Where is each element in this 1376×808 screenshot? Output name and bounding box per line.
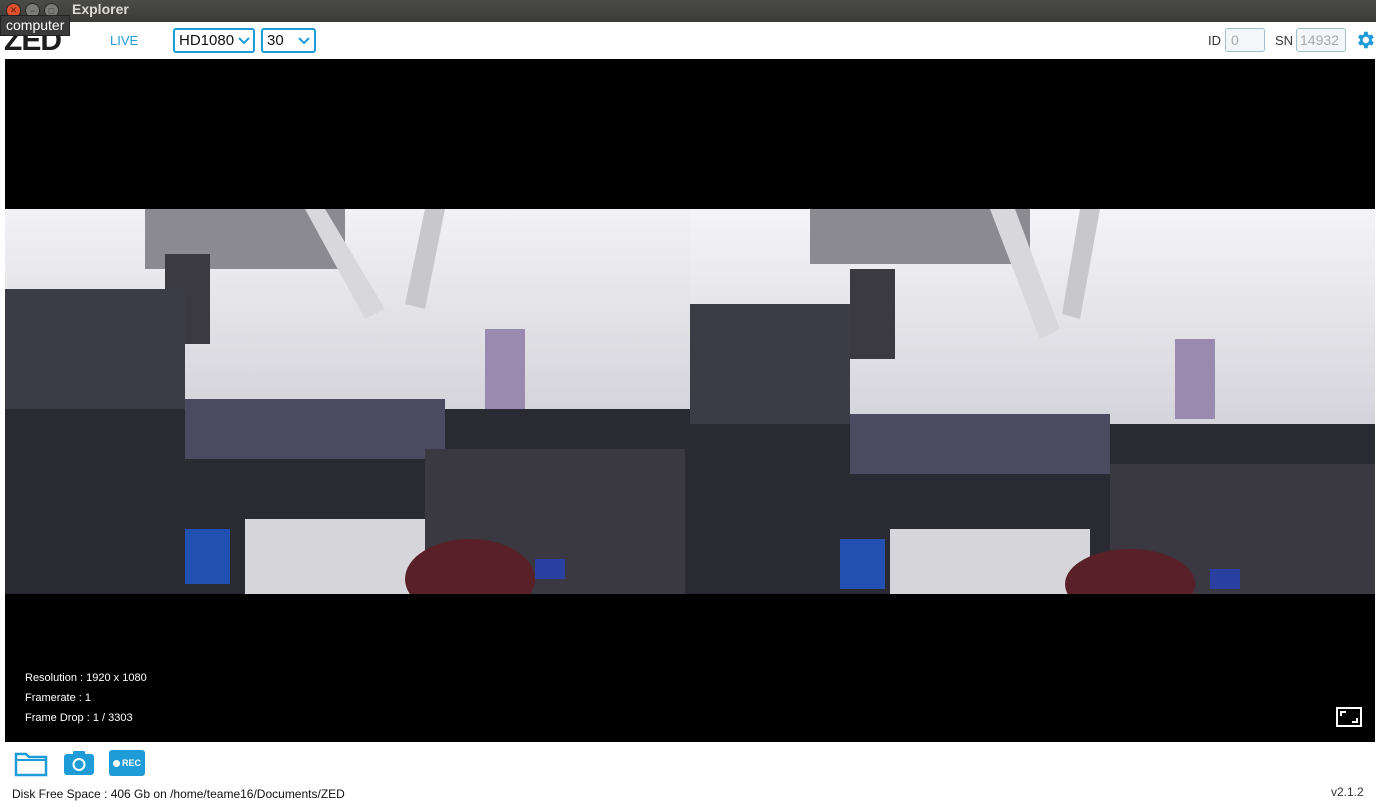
version-label: v2.1.2 xyxy=(1331,785,1364,799)
stereo-feeds xyxy=(5,209,1375,594)
record-dot-icon xyxy=(112,759,120,767)
chevron-down-icon xyxy=(298,34,310,48)
fullscreen-icon[interactable] xyxy=(1336,707,1362,727)
toolbar: ZED LIVE HD1080 30 ID SN xyxy=(0,22,1376,59)
bottom-toolbar: REC xyxy=(0,742,1376,782)
window-titlebar: ✕ − □ Explorer xyxy=(0,0,1376,22)
video-viewer: Resolution : 1920 x 1080 Framerate : 1 F… xyxy=(5,59,1375,742)
frame-drop-info: Frame Drop : 1 / 3303 xyxy=(25,712,133,724)
record-button[interactable]: REC xyxy=(109,750,145,776)
record-label: REC xyxy=(121,758,141,768)
chevron-down-icon xyxy=(238,34,250,48)
resolution-select-value: HD1080 xyxy=(179,32,235,49)
window-title: Explorer xyxy=(72,1,129,17)
disk-free-status: Disk Free Space : 406 Gb on /home/teame1… xyxy=(12,787,345,801)
id-label: ID xyxy=(1208,33,1221,48)
fps-select[interactable]: 30 xyxy=(261,28,316,53)
tooltip: computer xyxy=(0,15,71,36)
sn-label: SN xyxy=(1275,33,1294,48)
right-camera-feed xyxy=(690,209,1375,594)
resolution-info: Resolution : 1920 x 1080 xyxy=(25,672,147,684)
id-field[interactable] xyxy=(1225,28,1265,52)
camera-icon[interactable] xyxy=(63,750,95,781)
tab-live[interactable]: LIVE xyxy=(110,33,138,48)
resolution-select[interactable]: HD1080 xyxy=(173,28,255,53)
framerate-info: Framerate : 1 xyxy=(25,692,92,704)
fps-select-value: 30 xyxy=(267,32,284,49)
sn-field[interactable] xyxy=(1296,28,1346,52)
left-camera-feed xyxy=(5,209,690,594)
folder-icon[interactable] xyxy=(14,750,48,782)
gear-icon[interactable] xyxy=(1354,28,1376,52)
